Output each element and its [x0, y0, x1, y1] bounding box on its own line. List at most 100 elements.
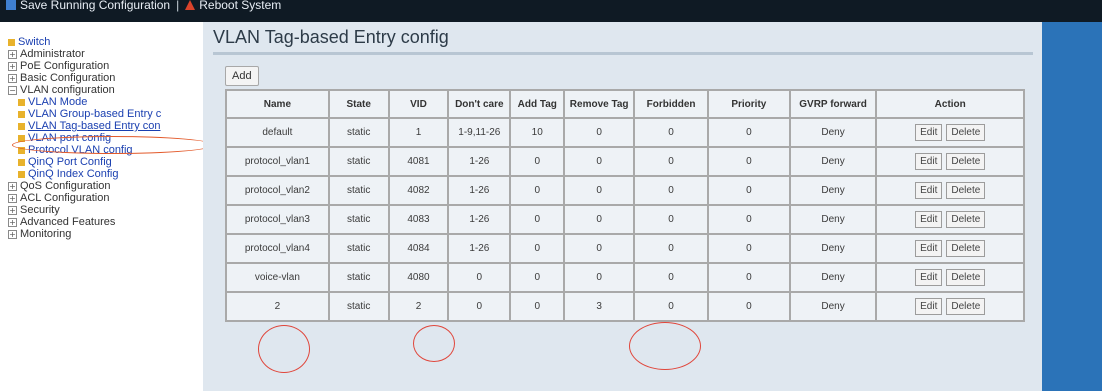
cell-name: voice-vlan [225, 262, 330, 293]
cell-dont-care: 1-26 [447, 233, 512, 264]
edit-button[interactable]: Edit [915, 269, 943, 286]
sidebar-item-acl-configuration[interactable]: + ACL Configuration [8, 192, 203, 204]
bullet-icon [18, 158, 25, 166]
cell-dont-care: 0 [447, 262, 512, 293]
sidebar-item-advanced-features[interactable]: + Advanced Features [8, 216, 203, 228]
sidebar-item-qos-configuration[interactable]: + QoS Configuration [8, 180, 203, 192]
row-actions: Edit Delete [877, 182, 1023, 199]
delete-button[interactable]: Delete [946, 182, 986, 199]
sidebar-item-label: QoS Configuration [20, 180, 111, 192]
table-header-row: Name State VID Don't care Add Tag Remove Tag F… [225, 89, 1025, 119]
sidebar-item-monitoring[interactable]: + Monitoring [8, 228, 203, 240]
cell-add-tag: 0 [509, 175, 566, 206]
cell-add-tag: 0 [509, 146, 566, 177]
row-actions: Edit Delete [877, 298, 1023, 315]
add-button[interactable]: Add [225, 66, 259, 86]
cell-remove-tag: 0 [563, 117, 636, 148]
cell-state: static [327, 175, 390, 206]
cell-action: Edit Delete [875, 233, 1025, 264]
cell-priority: 0 [707, 204, 791, 235]
column-header-name: Name [225, 89, 330, 119]
row-actions: Edit Delete [877, 269, 1023, 286]
sidebar-item-security[interactable]: + Security [8, 204, 203, 216]
cell-gvrp: Deny [788, 204, 878, 235]
sidebar-item-label: VLAN Group-based Entry c [28, 108, 162, 120]
cell-forbidden: 0 [633, 146, 709, 177]
sidebar-item-vlan-tag-based-entry-con[interactable]: VLAN Tag-based Entry con [8, 120, 203, 132]
cell-forbidden: 0 [633, 291, 709, 322]
edit-button[interactable]: Edit [915, 153, 943, 170]
sidebar-item-label: Switch [18, 36, 51, 48]
save-icon [6, 0, 16, 10]
expand-icon: + [8, 193, 17, 203]
cell-priority: 0 [707, 262, 791, 293]
column-header-gvrp-forward: GVRP forward [788, 89, 878, 119]
sidebar-item-switch[interactable]: Switch [8, 36, 203, 48]
expand-icon: + [8, 229, 17, 239]
cell-name: protocol_vlan3 [225, 204, 330, 235]
sidebar-item-basic-configuration[interactable]: + Basic Configuration [8, 72, 203, 84]
table-row: protocol_vlan1 static 4081 1-26 0 0 0 0 Deny Edit… [225, 146, 1025, 177]
page-title: VLAN Tag-based Entry config [213, 27, 449, 47]
cell-dont-care: 1-26 [447, 204, 512, 235]
cell-forbidden: 0 [633, 204, 709, 235]
cell-name: protocol_vlan4 [225, 233, 330, 264]
cell-add-tag: 0 [509, 233, 566, 264]
bullet-icon [8, 38, 15, 46]
sidebar-item-label: Security [20, 204, 60, 216]
sidebar-item-label: VLAN Mode [28, 96, 88, 108]
cell-state: static [327, 262, 390, 293]
row-actions: Edit Delete [877, 240, 1023, 257]
sidebar-item-qinq-port-config[interactable]: QinQ Port Config [8, 156, 203, 168]
sidebar-item-vlan-mode[interactable]: VLAN Mode [8, 96, 203, 108]
column-header-priority: Priority [707, 89, 791, 119]
save-running-config-tab[interactable]: Save Running Configuration [0, 0, 176, 12]
cell-name: default [225, 117, 330, 148]
column-header-action: Action [875, 89, 1025, 119]
collapse-icon: − [8, 85, 17, 95]
cell-gvrp: Deny [788, 233, 878, 264]
cell-priority: 0 [707, 146, 791, 177]
table-row: voice-vlan static 4080 0 0 0 0 0 Deny Edit Delete [225, 262, 1025, 293]
column-header-forbidden: Forbidden [633, 89, 709, 119]
cell-gvrp: Deny [788, 262, 878, 293]
sidebar-item-qinq-index-config[interactable]: QinQ Index Config [8, 168, 203, 180]
cell-vid: 4084 [387, 233, 450, 264]
cell-dont-care: 1-26 [447, 146, 512, 177]
sidebar-item-poe-configuration[interactable]: + PoE Configuration [8, 60, 203, 72]
reboot-system-tab[interactable]: Reboot System [179, 0, 287, 12]
nav-tree: Switch + Administrator + PoE Configuration + B… [0, 22, 203, 240]
sidebar-item-label: QinQ Index Config [28, 168, 119, 180]
cell-vid: 4083 [387, 204, 450, 235]
bullet-icon [18, 110, 25, 118]
delete-button[interactable]: Delete [946, 153, 986, 170]
edit-button[interactable]: Edit [915, 298, 943, 315]
cell-action: Edit Delete [875, 117, 1025, 148]
sidebar-item-administrator[interactable]: + Administrator [8, 48, 203, 60]
edit-button[interactable]: Edit [915, 124, 943, 141]
cell-action: Edit Delete [875, 291, 1025, 322]
column-header-add-tag: Add Tag [509, 89, 566, 119]
delete-button[interactable]: Delete [946, 124, 986, 141]
row-actions: Edit Delete [877, 124, 1023, 141]
cell-gvrp: Deny [788, 146, 878, 177]
cell-vid: 2 [387, 291, 450, 322]
expand-icon: + [8, 61, 17, 71]
edit-button[interactable]: Edit [915, 240, 943, 257]
highlight-ellipse [12, 136, 214, 154]
delete-button[interactable]: Delete [946, 240, 986, 257]
sidebar-item-label: VLAN configuration [20, 84, 115, 96]
cell-name: 2 [225, 291, 330, 322]
sidebar-item-vlan-configuration[interactable]: − VLAN configuration [8, 84, 203, 96]
delete-button[interactable]: Delete [946, 211, 986, 228]
delete-button[interactable]: Delete [946, 298, 986, 315]
cell-dont-care: 1-9,11-26 [447, 117, 512, 148]
sidebar-item-vlan-group-based-entry-c[interactable]: VLAN Group-based Entry c [8, 108, 203, 120]
cell-action: Edit Delete [875, 204, 1025, 235]
edit-button[interactable]: Edit [915, 211, 943, 228]
cell-remove-tag: 3 [563, 291, 636, 322]
delete-button[interactable]: Delete [946, 269, 986, 286]
cell-action: Edit Delete [875, 262, 1025, 293]
cell-gvrp: Deny [788, 117, 878, 148]
edit-button[interactable]: Edit [915, 182, 943, 199]
